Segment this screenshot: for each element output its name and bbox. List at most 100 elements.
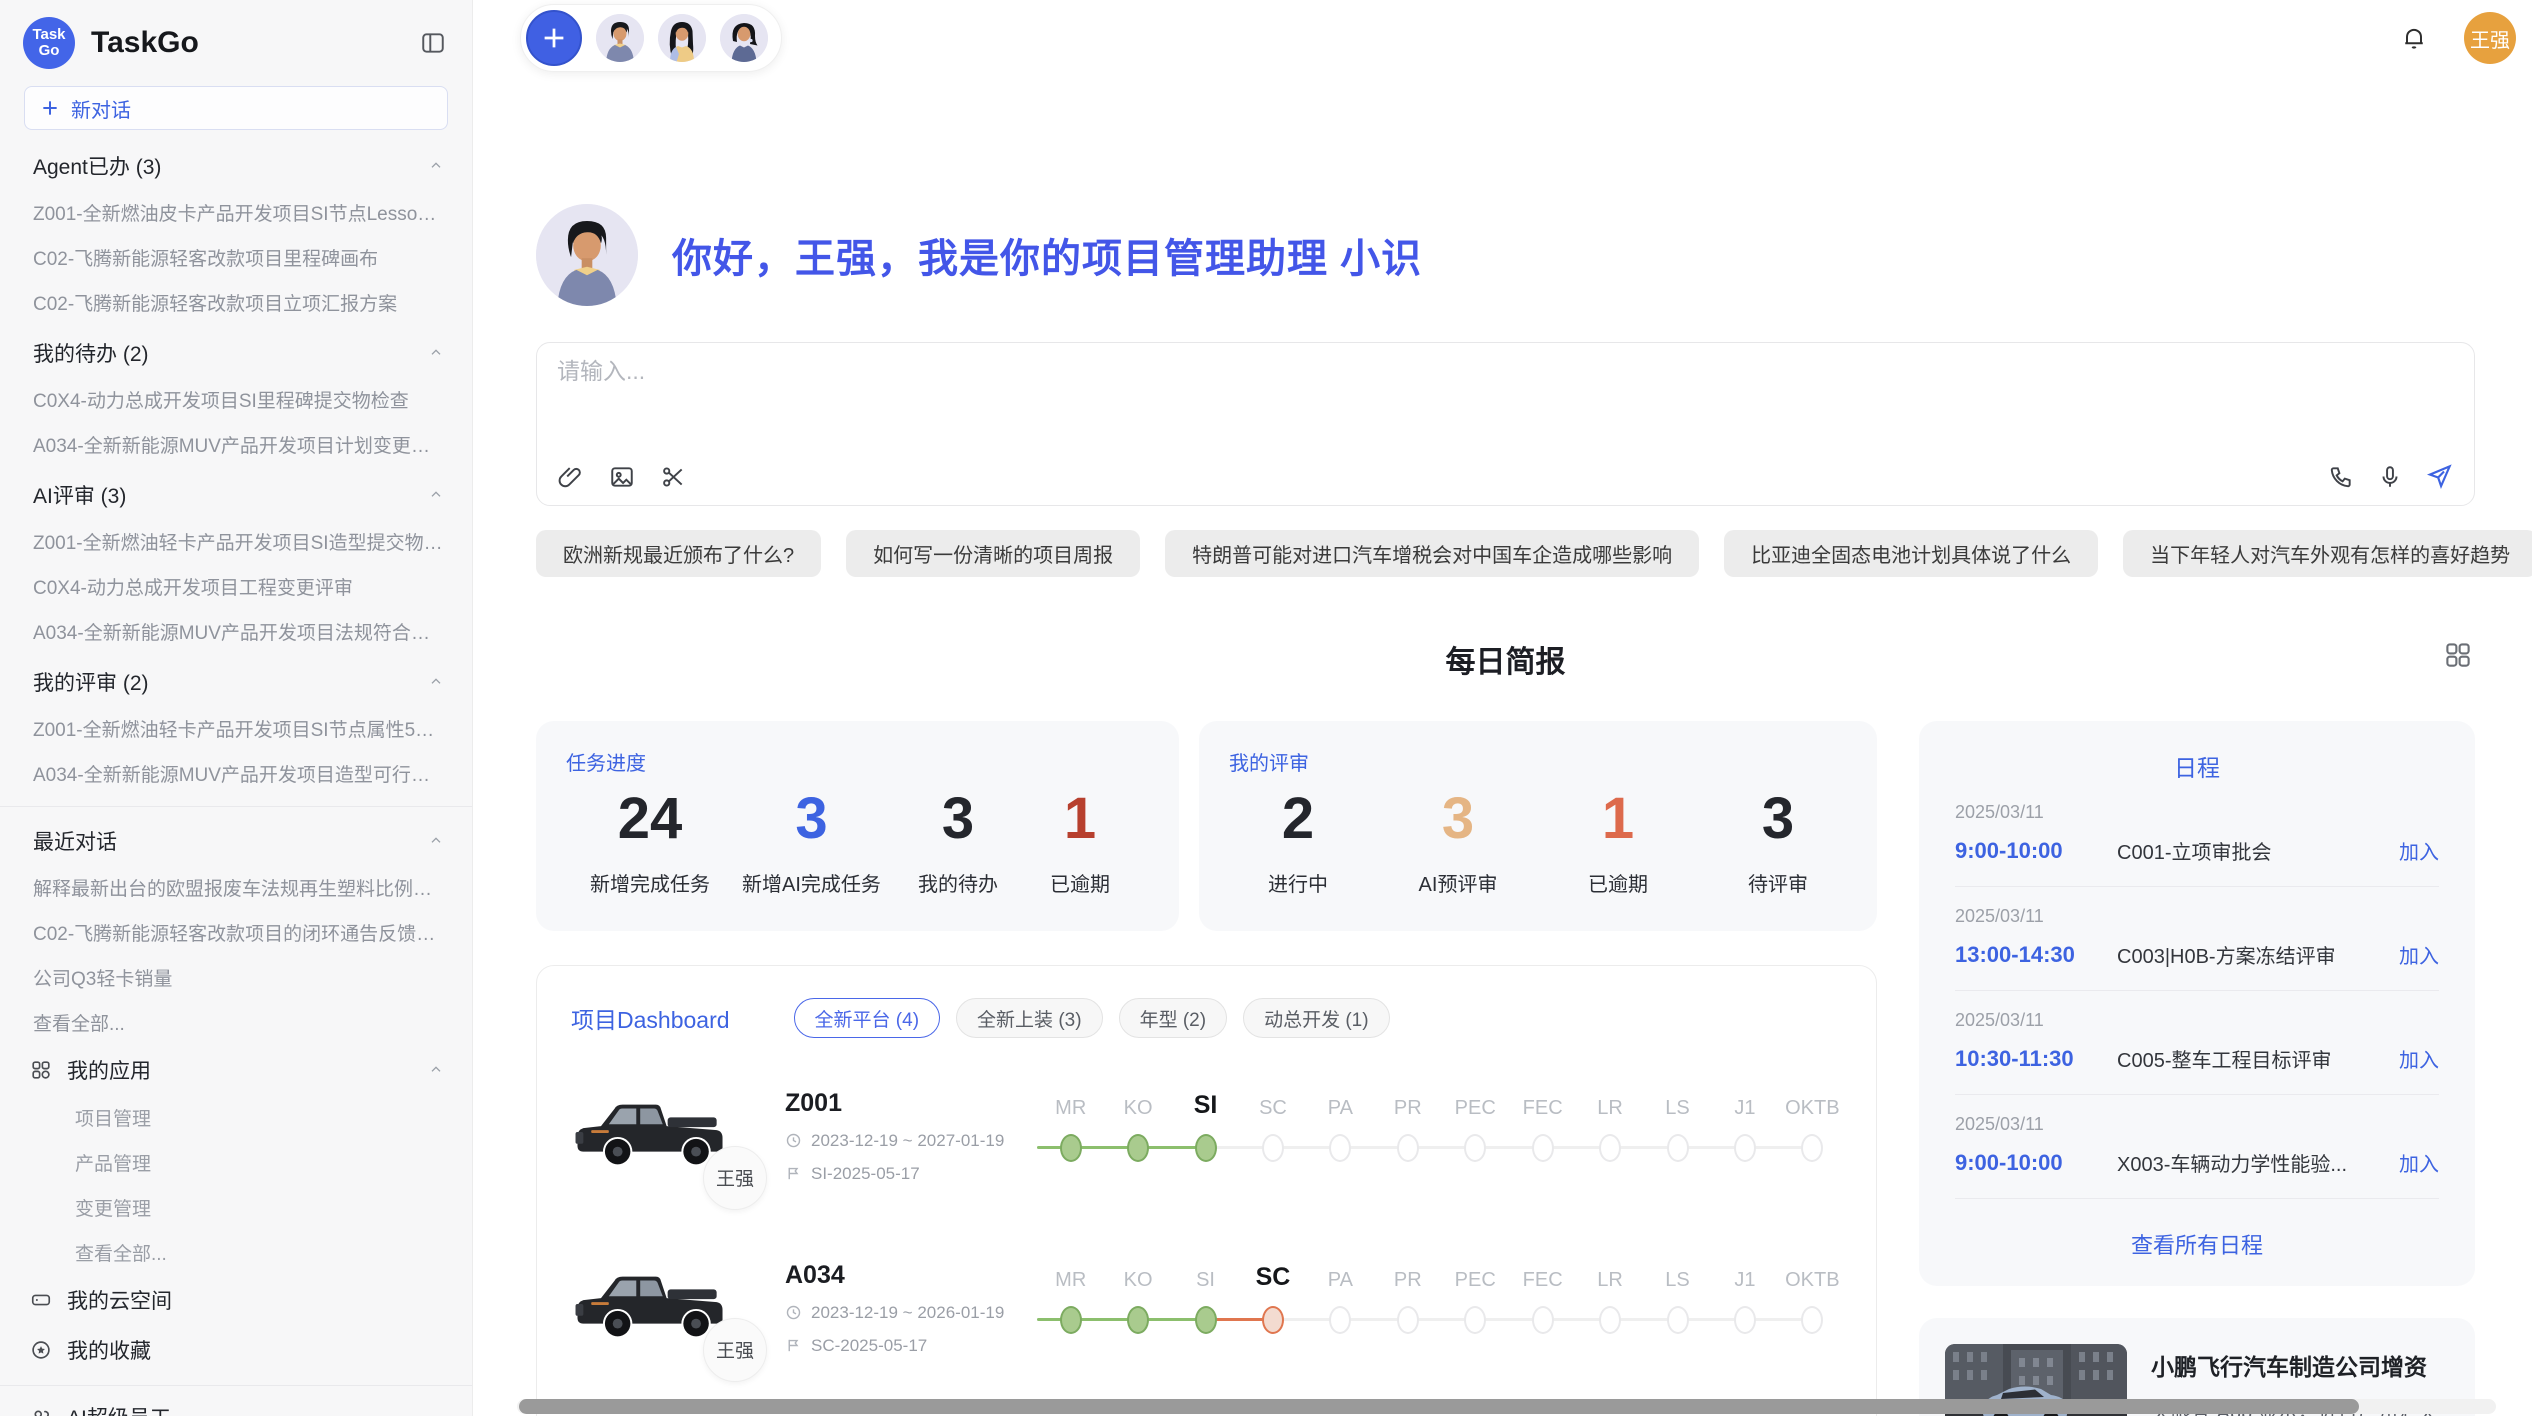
schedule-date: 2025/03/11 [1955,1010,2439,1031]
main-area: 王强 你好，王强，我是你的项目管理助理 小识 [473,0,2532,1416]
section-agent-done[interactable]: Agent已办 (3) [0,138,472,190]
milestone: SI [1172,1088,1239,1194]
list-item[interactable]: C02-飞腾新能源轻客改款项目的闭环通告反馈情况 [0,910,472,955]
sidebar-item-my-apps[interactable]: 我的应用 [0,1045,472,1095]
section-recent-chats[interactable]: 最近对话 [0,813,472,865]
scissors-icon[interactable] [660,464,686,490]
milestone-label: PEC [1455,1088,1496,1120]
milestone-label: J1 [1734,1088,1755,1120]
list-item[interactable]: Z001-全新燃油轻卡产品开发项目SI造型提交物评审 [0,519,472,564]
horizontal-scrollbar-track[interactable] [517,1399,2496,1414]
chevron-up-icon [428,487,444,503]
list-item[interactable]: A034-全新新能源MUV产品开发项目计划变更表编写 [0,422,472,467]
chevron-up-icon [428,345,444,361]
list-item[interactable]: C0X4-动力总成开发项目工程变更评审 [0,564,472,609]
list-item[interactable]: 解释最新出台的欧盟报废车法规再生塑料比例被调至15%... [0,865,472,910]
join-link[interactable]: 加入 [2399,1044,2439,1073]
suggestion-chip[interactable]: 欧洲新规最近颁布了什么? [536,530,821,577]
list-item[interactable]: Z001-全新燃油皮卡产品开发项目SI节点Lesson Learn报告 [0,190,472,235]
list-item[interactable]: 查看全部... [0,1000,472,1045]
tab-new-upfit[interactable]: 全新上装 (3) [956,998,1103,1038]
attachment-icon[interactable] [558,464,584,490]
milestone-node [1464,1306,1486,1334]
sidebar-item-favorites[interactable]: 我的收藏 [0,1325,472,1375]
layout-grid-icon[interactable] [2443,640,2473,670]
section-my-todo[interactable]: 我的待办 (2) [0,325,472,377]
suggestion-chip[interactable]: 当下年轻人对汽车外观有怎样的喜好趋势 [2123,530,2532,577]
suggestion-chip[interactable]: 如何写一份清晰的项目周报 [846,530,1140,577]
list-item[interactable]: 公司Q3轻卡销量 [0,955,472,1000]
stat-pending-review: 3 待评审 [1733,786,1823,897]
section-my-review[interactable]: 我的评审 (2) [0,654,472,706]
milestone-label: OKTB [1785,1260,1839,1292]
user-avatar[interactable]: 王强 [2464,12,2516,64]
sidebar-item-ai-super-staff[interactable]: AI超级员工 [0,1392,472,1416]
milestone: KO [1104,1260,1171,1366]
milestone: OKTB [1779,1088,1846,1194]
milestone: PR [1374,1260,1441,1366]
join-link[interactable]: 加入 [2399,1148,2439,1177]
sidebar-item-view-all-apps[interactable]: 查看全部... [0,1230,472,1275]
new-chat-button[interactable]: 新对话 [24,86,448,130]
join-link[interactable]: 加入 [2399,836,2439,865]
cloud-space-label: 我的云空间 [67,1285,172,1315]
milestone-node [1801,1306,1823,1334]
people-icon [30,1406,52,1416]
tab-model-year[interactable]: 年型 (2) [1119,998,1228,1038]
microphone-icon[interactable] [2377,464,2403,490]
suggestion-chip[interactable]: 比亚迪全固态电池计划具体说了什么 [1724,530,2098,577]
milestone-node-done [1060,1306,1082,1334]
stat-value: 1 [1573,786,1663,852]
sidebar-list: Agent已办 (3) Z001-全新燃油皮卡产品开发项目SI节点Lesson … [0,130,472,1416]
sidebar-item-cloud-space[interactable]: 我的云空间 [0,1275,472,1325]
sidebar-item-product-mgmt[interactable]: 产品管理 [0,1140,472,1185]
project-info: A034 2023-12-19 ~ 2026-01-19 SC-2025-05-… [785,1261,1037,1356]
stat-label: 已逾期 [1573,868,1663,897]
send-icon[interactable] [2426,463,2453,490]
owner-badge: 王强 [703,1146,767,1210]
schedule-item: 2025/03/11 9:00-10:00 C001-立项审批会 加入 [1955,783,2439,887]
list-item[interactable]: C0X4-动力总成开发项目SI里程碑提交物检查 [0,377,472,422]
milestone-label: LR [1597,1088,1623,1120]
image-icon[interactable] [609,464,635,490]
join-link[interactable]: 加入 [2399,940,2439,969]
view-all-schedule-link[interactable]: 查看所有日程 [1955,1212,2439,1260]
stat-my-todo: 3 我的待办 [913,786,1003,897]
avatar[interactable] [658,14,706,62]
project-row[interactable]: 王强 Z001 2023-12-19 ~ 2027-01-19 SI-2025-… [571,1078,1846,1194]
sidebar-item-change-mgmt[interactable]: 变更管理 [0,1185,472,1230]
milestone-label: OKTB [1785,1088,1839,1120]
list-item[interactable]: A034-全新新能源MUV产品开发项目造型可行性评审 [0,751,472,796]
list-item[interactable]: Z001-全新燃油轻卡产品开发项目SI节点属性5D文件评审 [0,706,472,751]
topbar [536,4,2475,72]
project-row[interactable]: 王强 A034 2023-12-19 ~ 2026-01-19 SC-2025-… [571,1250,1846,1366]
section-ai-review[interactable]: AI评审 (3) [0,467,472,519]
milestone-label: LR [1597,1260,1623,1292]
tab-powertrain[interactable]: 动总开发 (1) [1243,998,1390,1038]
stat-label: AI预评审 [1413,868,1503,897]
milestone-label: FEC [1523,1260,1563,1292]
collapse-sidebar-icon[interactable] [420,30,446,56]
sidebar-item-project-mgmt[interactable]: 项目管理 [0,1095,472,1140]
sidebar-header: Task Go TaskGo [0,14,472,72]
list-item[interactable]: C02-飞腾新能源轻客改款项目里程碑画布 [0,235,472,280]
bell-icon[interactable] [2400,24,2428,52]
stat-label: 新增完成任务 [590,868,710,897]
suggestion-chip[interactable]: 特朗普可能对进口汽车增税会对中国车企造成哪些影响 [1165,530,1699,577]
list-item[interactable]: C02-飞腾新能源轻客改款项目立项汇报方案 [0,280,472,325]
phone-icon[interactable] [2328,464,2354,490]
milestone: KO [1104,1088,1171,1194]
avatar[interactable] [720,14,768,62]
add-member-button[interactable] [526,10,582,66]
horizontal-scrollbar-thumb[interactable] [519,1399,2359,1414]
list-item[interactable]: A034-全新新能源MUV产品开发项目法规符合性评审 [0,609,472,654]
sidebar: Task Go TaskGo 新对话 Agent已办 (3) Z001-全新燃油… [0,0,473,1416]
milestone-node [1464,1134,1486,1162]
tab-new-platform[interactable]: 全新平台 (4) [794,998,941,1038]
avatar[interactable] [596,14,644,62]
project-flag: SC-2025-05-17 [785,1336,1037,1356]
chat-input[interactable] [555,357,1911,386]
stat-value: 3 [913,786,1003,852]
milestone-label: SC [1259,1088,1287,1120]
chevron-up-icon [428,833,444,849]
